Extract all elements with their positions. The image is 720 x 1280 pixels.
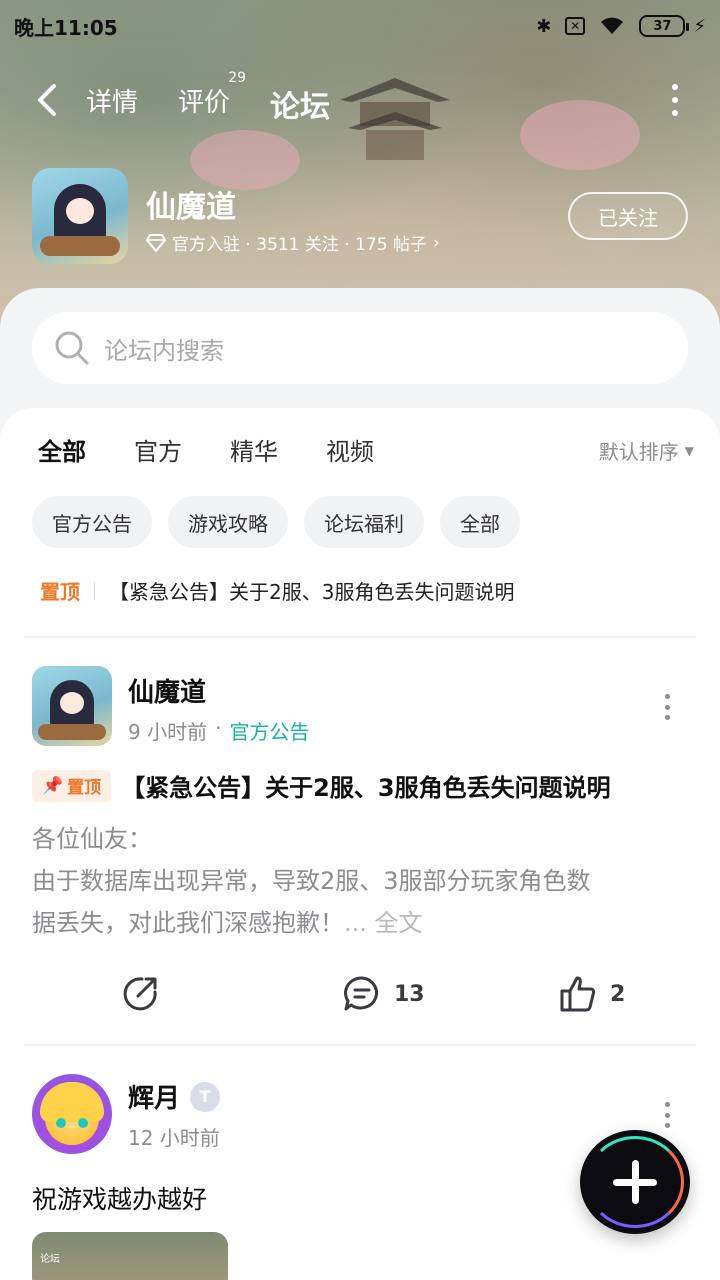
create-post-button[interactable] — [580, 1130, 690, 1234]
pinned-post-line[interactable]: 置顶 【紧急公告】关于2服、3服角色丢失问题说明 — [40, 576, 514, 605]
pinned-tag: 置顶 — [40, 580, 80, 604]
filter-tab-all[interactable]: 全部 — [38, 432, 86, 469]
post-author-name[interactable]: 仙魔道 — [128, 672, 206, 709]
filter-tab-featured[interactable]: 精华 — [230, 432, 278, 467]
tab-reviews[interactable]: 评价 29 — [178, 70, 246, 119]
status-icons: ✱ ✕ 37 ⚡ — [536, 15, 706, 37]
share-icon — [123, 977, 157, 1011]
filter-tab-official[interactable]: 官方 — [134, 432, 182, 467]
post-body-line: 据丢失，对此我们深感抱歉！ — [32, 909, 344, 937]
tab-forum-label: 论坛 — [270, 90, 330, 125]
post-body-line: 由于数据库出现异常，导致2服、3服部分玩家角色数 — [32, 867, 591, 895]
post-category[interactable]: 官方公告 — [229, 716, 309, 745]
chevron-right-icon: › — [432, 232, 440, 253]
charging-icon: ⚡ — [693, 15, 706, 37]
post-more-icon[interactable] — [662, 1102, 672, 1128]
post-author-avatar[interactable] — [32, 666, 112, 746]
post-actions: 13 2 — [0, 966, 720, 1018]
post-title[interactable]: 📌 置顶 【紧急公告】关于2服、3服角色丢失问题说明 — [32, 768, 611, 803]
like-count: 2 — [610, 981, 626, 1007]
user-level-badge: T — [190, 1081, 221, 1112]
reviews-count-badge: 29 — [228, 70, 247, 86]
share-button[interactable] — [120, 974, 160, 1014]
chip-forum-benefits[interactable]: 论坛福利 — [304, 496, 424, 548]
filter-tab-video[interactable]: 视频 — [326, 432, 374, 467]
blossom-tree — [190, 130, 300, 190]
comment-button[interactable]: 13 — [342, 974, 425, 1014]
like-button[interactable]: 2 — [558, 974, 625, 1014]
category-chips: 官方公告 游戏攻略 论坛福利 全部 — [32, 496, 520, 548]
post-body-line: 各位仙友： — [32, 825, 152, 853]
diamond-icon — [146, 233, 166, 252]
pinned-badge: 📌 置顶 — [32, 769, 112, 802]
status-time: 晚上11:05 — [14, 15, 118, 40]
sort-label: 默认排序 — [598, 440, 679, 464]
post-more-icon[interactable] — [662, 694, 672, 720]
game-icon[interactable] — [32, 168, 128, 264]
filter-tabs: 全部 官方 精华 视频 — [38, 432, 374, 469]
divider — [24, 1044, 696, 1046]
battery-level: 37 — [653, 18, 672, 34]
post-meta: 9 小时前 · 官方公告 — [128, 716, 310, 745]
chip-all[interactable]: 全部 — [440, 496, 520, 548]
chip-official-announcement[interactable]: 官方公告 — [32, 496, 152, 548]
ellipsis: ... — [344, 909, 375, 937]
chip-game-guides[interactable]: 游戏攻略 — [168, 496, 288, 548]
full-text-link[interactable]: 全文 — [375, 909, 423, 937]
post-author-avatar[interactable] — [32, 1074, 112, 1154]
comment-icon — [344, 976, 378, 1011]
back-arrow-icon[interactable] — [30, 82, 66, 118]
thumbs-up-icon — [560, 976, 596, 1012]
game-meta[interactable]: 官方入驻 · 3511 关注 · 175 帖子 › — [146, 230, 440, 255]
pinned-badge-label: 置顶 — [67, 778, 102, 798]
game-title: 仙魔道 — [146, 190, 236, 225]
post-author-name[interactable]: 辉月 T — [128, 1078, 221, 1115]
more-options-icon[interactable] — [670, 84, 680, 116]
divider — [24, 636, 696, 638]
tab-reviews-label: 评价 — [178, 88, 231, 118]
sim-icon: ✕ — [565, 17, 586, 35]
post-title-text: 【紧急公告】关于2服、3服角色丢失问题说明 — [121, 774, 611, 802]
tab-details[interactable]: 详情 — [86, 82, 138, 119]
search-placeholder: 论坛内搜索 — [104, 336, 224, 365]
thumbnail-caption: 论坛 — [40, 1254, 60, 1265]
pin-icon: 📌 — [42, 775, 64, 796]
search-icon — [55, 331, 89, 365]
game-meta-text: 官方入驻 · 3511 关注 · 175 帖子 — [172, 235, 427, 255]
top-nav: 详情 评价 29 论坛 — [0, 70, 720, 130]
post-time: 9 小时前 — [128, 720, 208, 744]
post-image-thumbnail[interactable]: 论坛 — [32, 1232, 228, 1280]
comment-count: 13 — [394, 981, 425, 1007]
post-body[interactable]: 祝游戏越办越好 — [32, 1180, 207, 1216]
tab-details-label: 详情 — [86, 88, 139, 118]
post-author-name-text: 辉月 — [128, 1084, 181, 1114]
post-time: 12 小时前 — [128, 1126, 220, 1150]
forum-search-input[interactable]: 论坛内搜索 — [32, 312, 688, 384]
tab-forum[interactable]: 论坛 — [270, 82, 330, 130]
caret-down-icon: ▼ — [684, 443, 694, 458]
battery-icon: 37 — [639, 15, 690, 37]
wifi-icon — [601, 17, 624, 34]
bluetooth-icon: ✱ — [536, 15, 552, 37]
followed-button[interactable]: 已关注 — [568, 192, 688, 240]
status-bar: 晚上11:05 ✱ ✕ 37 ⚡ — [0, 0, 720, 52]
post-body[interactable]: 各位仙友： 由于数据库出现异常，导致2服、3服部分玩家角色数 据丢失，对此我们深… — [32, 818, 682, 944]
pinned-post-title: 【紧急公告】关于2服、3服角色丢失问题说明 — [109, 580, 515, 604]
sort-dropdown[interactable]: 默认排序 ▼ — [599, 436, 694, 465]
